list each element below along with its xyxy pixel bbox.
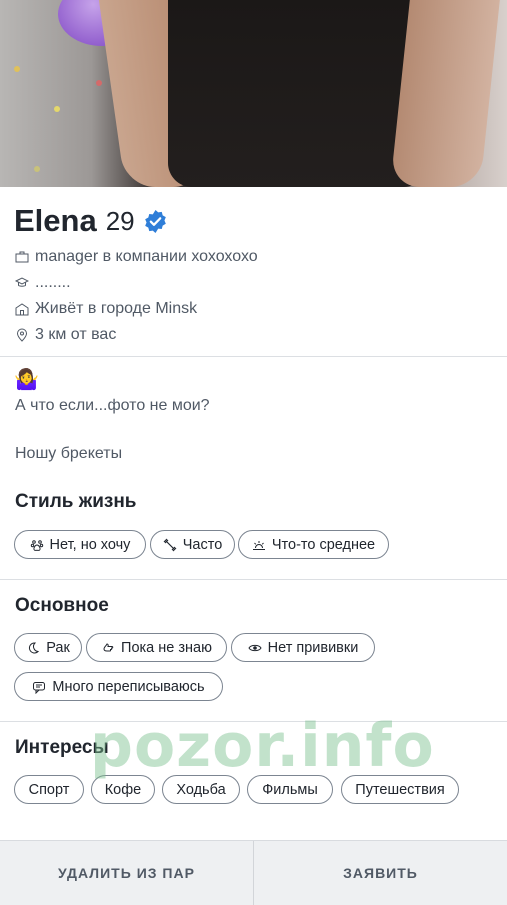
house-icon xyxy=(15,302,29,316)
basics-title: Основное xyxy=(15,595,109,616)
profile-name: Elena xyxy=(14,203,97,238)
graduation-cap-icon xyxy=(15,276,29,290)
divider xyxy=(0,356,507,357)
bio-line-2: Ношу брекеты xyxy=(15,445,123,462)
distance-text: 3 км от вас xyxy=(35,326,117,343)
basics-chip-communication: Много переписываюсь xyxy=(14,672,223,701)
watermark: pozor.info xyxy=(90,711,435,781)
job-text: manager в компании хохохохо xyxy=(35,248,258,265)
education-info: ........ xyxy=(15,274,71,292)
briefcase-icon xyxy=(15,250,29,264)
distance-info: 3 км от вас xyxy=(15,326,116,344)
dumbbell-icon xyxy=(163,538,177,552)
interest-chip: Спорт xyxy=(14,775,84,804)
moon-icon xyxy=(26,641,40,655)
divider xyxy=(0,579,507,580)
report-button[interactable]: ЗАЯВИТЬ xyxy=(254,841,507,905)
location-pin-icon xyxy=(15,328,29,342)
lifestyle-chip-workout: Часто xyxy=(150,530,235,559)
bio-emoji: 🤷‍♀️ xyxy=(14,369,39,391)
lifestyle-title: Стиль жизнь xyxy=(15,491,137,512)
bio-line-1: А что если...фото не мои? xyxy=(15,397,210,414)
lifestyle-chip-sleep: Что-то среднее xyxy=(238,530,389,559)
profile-age: 29 xyxy=(105,205,135,236)
basics-chip-zodiac: Рак xyxy=(14,633,82,662)
bottom-action-bar: УДАЛИТЬ ИЗ ПАР ЗАЯВИТЬ xyxy=(0,840,507,905)
paw-icon xyxy=(30,538,44,552)
education-text: ........ xyxy=(35,274,71,291)
sunrise-icon xyxy=(252,538,266,552)
lifestyle-chip-pets: Нет, но хочу xyxy=(14,530,146,559)
basics-chip-family: Пока не знаю xyxy=(86,633,227,662)
job-info: manager в компании хохохохо xyxy=(15,248,258,266)
hand-icon xyxy=(101,641,115,655)
city-text: Живёт в городе Minsk xyxy=(35,300,198,317)
eye-icon xyxy=(248,641,262,655)
unmatch-button[interactable]: УДАЛИТЬ ИЗ ПАР xyxy=(0,841,253,905)
profile-header: Elena 29 xyxy=(14,203,168,239)
city-info: Живёт в городе Minsk xyxy=(15,300,197,318)
profile-photo[interactable] xyxy=(0,0,507,187)
chat-icon xyxy=(32,680,46,694)
basics-chip-vaccine: Нет прививки xyxy=(231,633,375,662)
verified-badge-icon xyxy=(143,209,168,234)
